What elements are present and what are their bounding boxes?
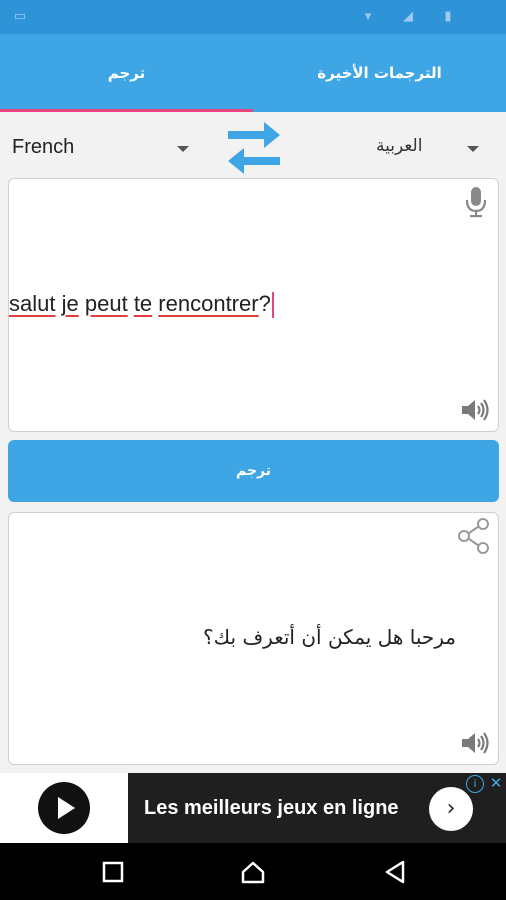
translation-result-card: مرحبا هل يمكن أن أتعرف بك؟	[8, 512, 499, 765]
source-word: rencontrer	[158, 291, 259, 316]
chevron-down-icon[interactable]	[177, 146, 189, 152]
translated-text: مرحبا هل يمكن أن أتعرف بك؟	[203, 625, 456, 649]
source-word: peut	[84, 291, 128, 316]
speaker-icon[interactable]	[460, 730, 492, 756]
source-word: salut	[9, 291, 56, 316]
speaker-icon[interactable]	[460, 397, 492, 423]
ad-banner[interactable]: Les meilleurs jeux en ligne › i ✕	[0, 773, 506, 843]
tab-bar: ترجم الترجمات الأخيرة	[0, 34, 506, 112]
target-language-select[interactable]: العربية	[376, 136, 422, 156]
ad-arrow-icon[interactable]: ›	[429, 787, 473, 831]
system-navigation-bar	[0, 843, 506, 900]
chevron-down-icon[interactable]	[467, 146, 479, 152]
source-text[interactable]: salut je peut te rencontrer?	[9, 291, 274, 319]
source-language-select[interactable]: French	[12, 136, 74, 159]
source-word: te	[133, 291, 153, 316]
status-signal-icon: ◢	[403, 9, 413, 24]
source-punctuation: ?	[258, 291, 271, 316]
status-wifi-icon: ▾	[364, 9, 372, 24]
translate-button[interactable]: ترجم	[8, 440, 499, 502]
ad-close-icon[interactable]: ✕	[487, 774, 505, 792]
status-bar: ▭ ▾ ◢ ▮	[0, 0, 506, 34]
microphone-icon[interactable]	[464, 185, 488, 219]
status-notification-icon: ▭	[13, 9, 27, 24]
tab-recent-translations[interactable]: الترجمات الأخيرة	[253, 34, 506, 112]
recent-apps-icon[interactable]	[100, 859, 126, 885]
share-icon[interactable]	[456, 517, 492, 555]
swap-icon[interactable]	[224, 118, 284, 178]
ad-title[interactable]: Les meilleurs jeux en ligne	[144, 797, 399, 820]
source-word: je	[61, 291, 79, 316]
tab-translate[interactable]: ترجم	[0, 34, 253, 112]
back-icon[interactable]	[382, 859, 408, 885]
source-text-card[interactable]: salut je peut te rencontrer?	[8, 178, 499, 432]
play-icon	[38, 782, 90, 834]
ad-logo[interactable]	[0, 773, 128, 843]
status-battery-icon: ▮	[444, 9, 452, 24]
ad-info-icon[interactable]: i	[466, 775, 484, 793]
text-cursor	[271, 292, 274, 319]
home-icon[interactable]	[240, 859, 266, 885]
